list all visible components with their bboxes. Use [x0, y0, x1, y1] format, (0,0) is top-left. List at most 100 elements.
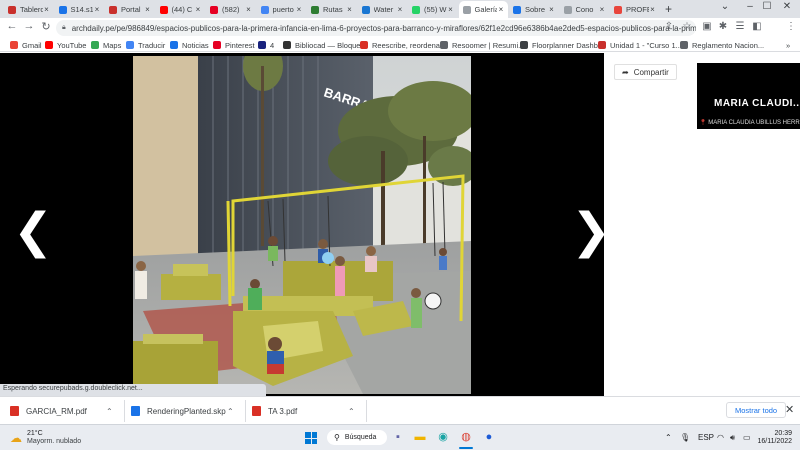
- bookmark-item[interactable]: Bibliocad — Bloque...: [283, 39, 367, 51]
- close-tab-icon[interactable]: ×: [144, 5, 152, 14]
- time: 20:39: [774, 430, 792, 437]
- downloads-bar: GARCIA_RM.pdf ⌃ RenderingPlanted.skp ⌃ TA 3.…: [0, 396, 800, 424]
- close-tab-icon[interactable]: ×: [649, 5, 657, 14]
- weather-widget[interactable]: ☁ 21°C Mayorm. nublado: [10, 430, 81, 446]
- close-window-button[interactable]: ✕: [772, 1, 800, 12]
- video-ad-player[interactable]: MARIA CLAUDI... 📍︎ MARIA CLAUDIA UBILLUS…: [697, 63, 800, 129]
- browser-tab[interactable]: Sobre ×: [509, 1, 559, 18]
- close-tab-icon[interactable]: ×: [598, 5, 606, 14]
- download-filename: TA 3.pdf: [268, 406, 298, 416]
- tab-label: Cono: [575, 5, 594, 14]
- wifi-icon[interactable]: ◠: [717, 433, 724, 442]
- close-tab-icon[interactable]: ×: [447, 5, 455, 14]
- download-filename: RenderingPlanted.skp: [147, 406, 226, 416]
- bookmark-item[interactable]: Unidad 1 - "Curso 1...: [598, 39, 682, 51]
- browser-tab[interactable]: puerto ×: [257, 1, 307, 18]
- address-bar[interactable]: 🔒︎ archdaily.pe/pe/986849/espacios-publi…: [56, 20, 696, 36]
- reading-list-icon[interactable]: ☰: [733, 21, 747, 32]
- bookmark-item[interactable]: Noticias: [170, 39, 209, 51]
- bookmark-item[interactable]: Reglamento Nacion...: [680, 39, 764, 51]
- bookmark-label: Reglamento Nacion...: [692, 40, 765, 50]
- edge-icon[interactable]: ◉: [436, 430, 450, 444]
- share-button[interactable]: ➦ Compartir: [614, 64, 677, 80]
- reload-icon[interactable]: ↻: [39, 20, 53, 33]
- forward-icon[interactable]: →: [22, 20, 36, 32]
- close-tab-icon[interactable]: ×: [43, 5, 51, 14]
- weather-condition: Mayorm. nublado: [27, 438, 82, 445]
- browser-tab[interactable]: (55) W ×: [408, 1, 458, 18]
- bookmark-item[interactable]: Floorplanner Dashb...: [520, 39, 604, 51]
- browser-tab[interactable]: Cono ×: [560, 1, 610, 18]
- bookmark-favicon-icon: [520, 41, 528, 49]
- bookmark-label: Floorplanner Dashb...: [532, 40, 605, 50]
- menu-icon[interactable]: ⋮: [784, 21, 798, 32]
- bookmark-label: Reescribe, reordena...: [372, 40, 447, 50]
- more-bookmarks-icon[interactable]: »: [786, 39, 790, 51]
- bookmark-favicon-icon: [126, 41, 134, 49]
- tab-favicon-icon: [563, 5, 572, 14]
- chrome-icon[interactable]: ◍: [459, 430, 473, 444]
- zoom-icon[interactable]: ●: [482, 430, 496, 444]
- bookmark-item[interactable]: Pinterest: [213, 39, 255, 51]
- bookmark-favicon-icon: [91, 41, 99, 49]
- sun-cloud-icon: ☁: [10, 431, 22, 445]
- file-icon: [252, 406, 261, 416]
- previous-image-button[interactable]: ❮: [13, 203, 53, 259]
- microphone-icon[interactable]: 🎙︎: [680, 433, 690, 442]
- close-tab-icon[interactable]: ×: [548, 5, 556, 14]
- new-tab-button[interactable]: +: [665, 2, 672, 16]
- close-tab-icon[interactable]: ×: [194, 5, 202, 14]
- back-icon[interactable]: ←: [5, 20, 19, 32]
- close-tab-icon[interactable]: ×: [93, 5, 101, 14]
- browser-tab[interactable]: Tablero ×: [4, 1, 54, 18]
- bookmark-favicon-icon: [213, 41, 221, 49]
- bookmark-item[interactable]: Reescribe, reordena...: [360, 39, 446, 51]
- browser-tab[interactable]: PROFE×: [610, 1, 660, 18]
- download-options-icon[interactable]: ⌃: [348, 407, 355, 416]
- close-tab-icon[interactable]: ×: [497, 5, 505, 14]
- download-item[interactable]: GARCIA_RM.pdf ⌃: [10, 404, 118, 418]
- taskbar-search[interactable]: ⚲ Búsqueda: [327, 430, 387, 445]
- screenshot-icon[interactable]: ▣: [700, 21, 714, 32]
- download-item[interactable]: RenderingPlanted.skp ⌃: [131, 404, 239, 418]
- bookmark-favicon-icon: [360, 41, 368, 49]
- close-tab-icon[interactable]: ×: [346, 5, 354, 14]
- clock[interactable]: 20:39 16/11/2022: [754, 430, 792, 446]
- battery-icon[interactable]: ▭: [743, 433, 751, 442]
- download-options-icon[interactable]: ⌃: [106, 407, 113, 416]
- download-options-icon[interactable]: ⌃: [227, 407, 234, 416]
- bookmark-label: Noticias: [182, 40, 209, 50]
- file-explorer-icon[interactable]: ▬: [413, 430, 427, 444]
- side-panel-icon[interactable]: ◧: [750, 21, 764, 32]
- browser-tab[interactable]: Rutas ×: [307, 1, 357, 18]
- close-tab-icon[interactable]: ×: [295, 5, 303, 14]
- bookmark-star-icon[interactable]: ☆: [680, 21, 694, 32]
- status-bubble: Esperando securepubads.g.doubleclick.net…: [0, 384, 266, 396]
- close-tab-icon[interactable]: ×: [396, 5, 404, 14]
- show-all-downloads-button[interactable]: Mostrar todo: [726, 402, 787, 418]
- share-page-icon[interactable]: ⇪: [662, 21, 676, 32]
- bookmark-item[interactable]: 4: [258, 39, 274, 51]
- tray-overflow-icon[interactable]: ⌃: [665, 433, 672, 442]
- download-item[interactable]: TA 3.pdf ⌃: [252, 404, 360, 418]
- browser-tab[interactable]: (44) C ×: [156, 1, 206, 18]
- start-button[interactable]: [305, 432, 317, 444]
- bookmark-item[interactable]: Resoomer | Resumi...: [440, 39, 524, 51]
- close-downloads-button[interactable]: ✕: [785, 403, 794, 416]
- extensions-icon[interactable]: ✱: [716, 21, 730, 32]
- close-tab-icon[interactable]: ×: [245, 5, 253, 14]
- gallery-viewer: ❮ ❯ BARRANCO: [0, 53, 611, 396]
- browser-tab[interactable]: Portal ×: [105, 1, 155, 18]
- bookmark-item[interactable]: Gmail: [10, 39, 42, 51]
- teams-icon[interactable]: ▪: [391, 430, 405, 444]
- bookmark-item[interactable]: YouTube: [45, 39, 86, 51]
- browser-tab[interactable]: Water ×: [358, 1, 408, 18]
- browser-tab[interactable]: (582) ×: [206, 1, 256, 18]
- bookmark-item[interactable]: Maps: [91, 39, 121, 51]
- browser-tab[interactable]: Galería ×: [458, 1, 508, 18]
- language-indicator[interactable]: ESP: [698, 433, 714, 442]
- browser-tab[interactable]: S14.s1 ×: [55, 1, 105, 18]
- volume-icon[interactable]: 🔊︎: [730, 433, 735, 443]
- bookmark-item[interactable]: Traducir: [126, 39, 165, 51]
- search-label: Búsqueda: [344, 434, 377, 441]
